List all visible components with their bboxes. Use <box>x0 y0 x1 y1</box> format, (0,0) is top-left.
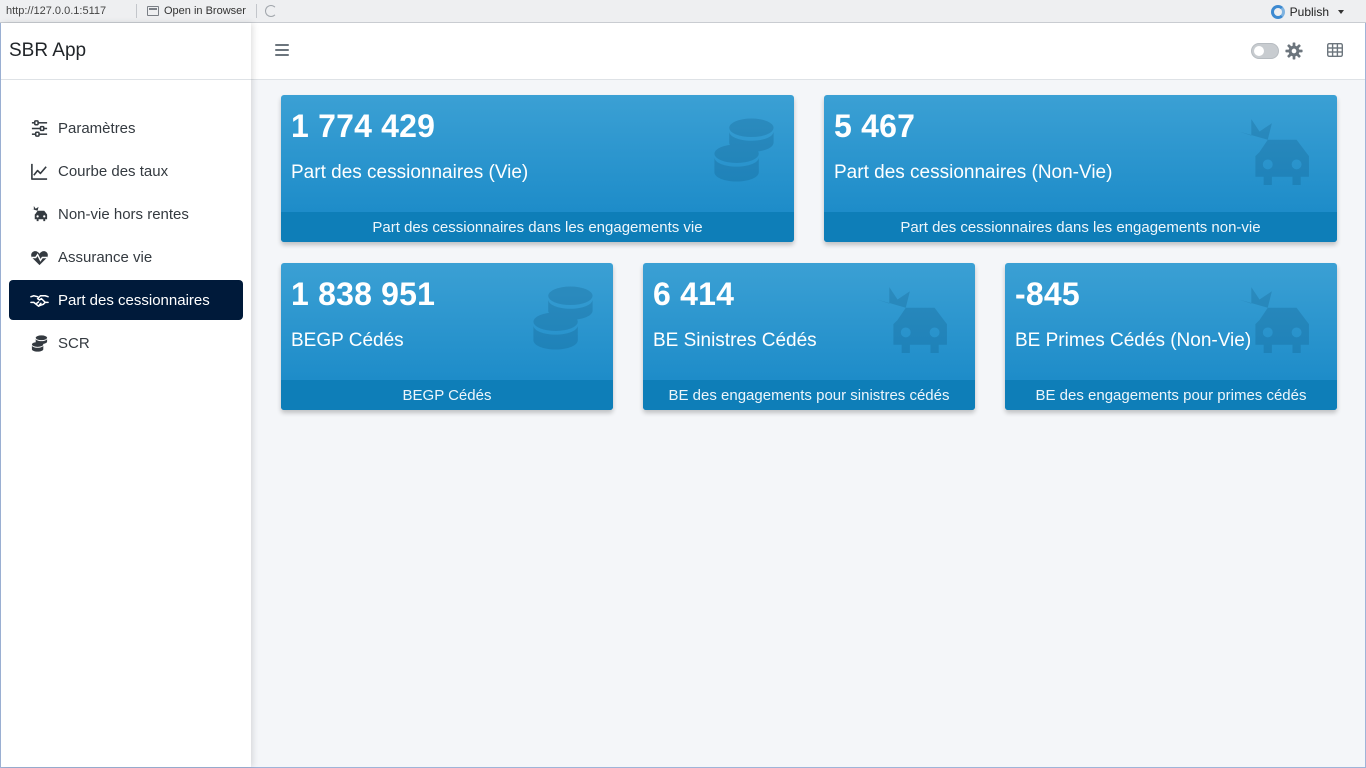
top-navbar <box>251 23 1365 80</box>
box-footer: Part des cessionnaires dans les engageme… <box>281 212 794 242</box>
value-box-cessionnaires-non-vie: 5 467 Part des cessionnaires (Non-Vie) P… <box>824 95 1337 242</box>
heartbeat-icon <box>29 247 49 267</box>
box-label: BEGP Cédés <box>291 330 404 351</box>
open-in-browser-button[interactable]: Open in Browser <box>141 5 252 17</box>
coins-icon <box>533 286 593 350</box>
grid-icon[interactable] <box>1327 43 1343 57</box>
sidebar-item-label: Paramètres <box>58 119 136 137</box>
box-value: 1 838 951 <box>291 276 436 312</box>
coins-icon <box>714 118 774 182</box>
box-footer: BEGP Cédés <box>281 380 613 410</box>
coins-icon <box>29 333 49 353</box>
sidebar-item-scr[interactable]: SCR <box>9 323 243 363</box>
open-in-browser-label: Open in Browser <box>164 5 246 17</box>
sidebar-item-parametres[interactable]: Paramètres <box>9 108 243 148</box>
box-value: -845 <box>1015 276 1080 312</box>
sidebar-item-label: Part des cessionnaires <box>58 291 210 309</box>
toolbar-separator <box>255 4 257 18</box>
sidebar-item-assurance-vie[interactable]: Assurance vie <box>9 237 243 277</box>
toolbar-separator <box>136 4 137 18</box>
app-title[interactable]: SBR App <box>1 23 251 80</box>
menu-toggle-icon[interactable] <box>275 44 289 57</box>
box-label: BE Sinistres Cédés <box>653 330 817 351</box>
value-box-be-sinistres-cedes: 6 414 BE Sinistres Cédés BE des engageme… <box>643 263 975 410</box>
sliders-icon <box>29 118 49 138</box>
sidebar-item-label: Courbe des taux <box>58 162 169 180</box>
box-value: 5 467 <box>834 108 916 144</box>
refresh-icon[interactable] <box>264 5 277 17</box>
box-footer: Part des cessionnaires dans les engageme… <box>824 212 1337 242</box>
box-value: 6 414 <box>653 276 735 312</box>
sidebar: SBR App Paramètres Courbe des taux Non-v… <box>1 23 251 767</box>
box-value: 1 774 429 <box>291 108 436 144</box>
dark-mode-toggle[interactable] <box>1251 43 1279 59</box>
sidebar-item-part-des-cessionnaires[interactable]: Part des cessionnaires <box>9 280 243 320</box>
car-crash-icon <box>1238 119 1309 185</box>
viewer-url: http://127.0.0.1:5117 <box>6 5 107 17</box>
value-box-cessionnaires-vie: 1 774 429 Part des cessionnaires (Vie) P… <box>281 95 794 242</box>
box-footer: BE des engagements pour primes cédés <box>1005 380 1337 410</box>
viewer-toolbar: http://127.0.0.1:5117 Open in Browser Pu… <box>0 0 1366 23</box>
sidebar-item-non-vie-hors-rentes[interactable]: Non-vie hors rentes <box>9 194 243 234</box>
main-content: 1 774 429 Part des cessionnaires (Vie) P… <box>251 80 1365 767</box>
box-label: Part des cessionnaires (Non-Vie) <box>834 162 1113 183</box>
box-label: Part des cessionnaires (Vie) <box>291 162 529 183</box>
value-box-begp-cedes: 1 838 951 BEGP Cédés BEGP Cédés <box>281 263 613 410</box>
window-icon <box>147 6 159 16</box>
publish-icon <box>1270 4 1285 19</box>
box-label: BE Primes Cédés (Non-Vie) <box>1015 330 1252 351</box>
publish-button[interactable]: Publish <box>1270 0 1344 23</box>
app-frame: SBR App Paramètres Courbe des taux Non-v… <box>0 23 1366 768</box>
chevron-down-icon <box>1338 9 1344 14</box>
publish-label: Publish <box>1289 4 1329 19</box>
sidebar-item-label: Assurance vie <box>58 248 153 266</box>
car-crash-icon <box>876 287 947 353</box>
sidebar-item-label: Non-vie hors rentes <box>58 205 189 223</box>
box-footer: BE des engagements pour sinistres cédés <box>643 380 975 410</box>
gear-icon[interactable] <box>1285 42 1303 60</box>
line-chart-icon <box>29 161 49 181</box>
car-crash-icon <box>29 204 49 224</box>
sidebar-nav: Paramètres Courbe des taux Non-vie hors … <box>1 80 251 363</box>
sidebar-item-courbe-des-taux[interactable]: Courbe des taux <box>9 151 243 191</box>
value-box-be-primes-cedes: -845 BE Primes Cédés (Non-Vie) BE des en… <box>1005 263 1337 410</box>
sidebar-item-label: SCR <box>58 334 90 352</box>
handshake-icon <box>29 290 49 310</box>
